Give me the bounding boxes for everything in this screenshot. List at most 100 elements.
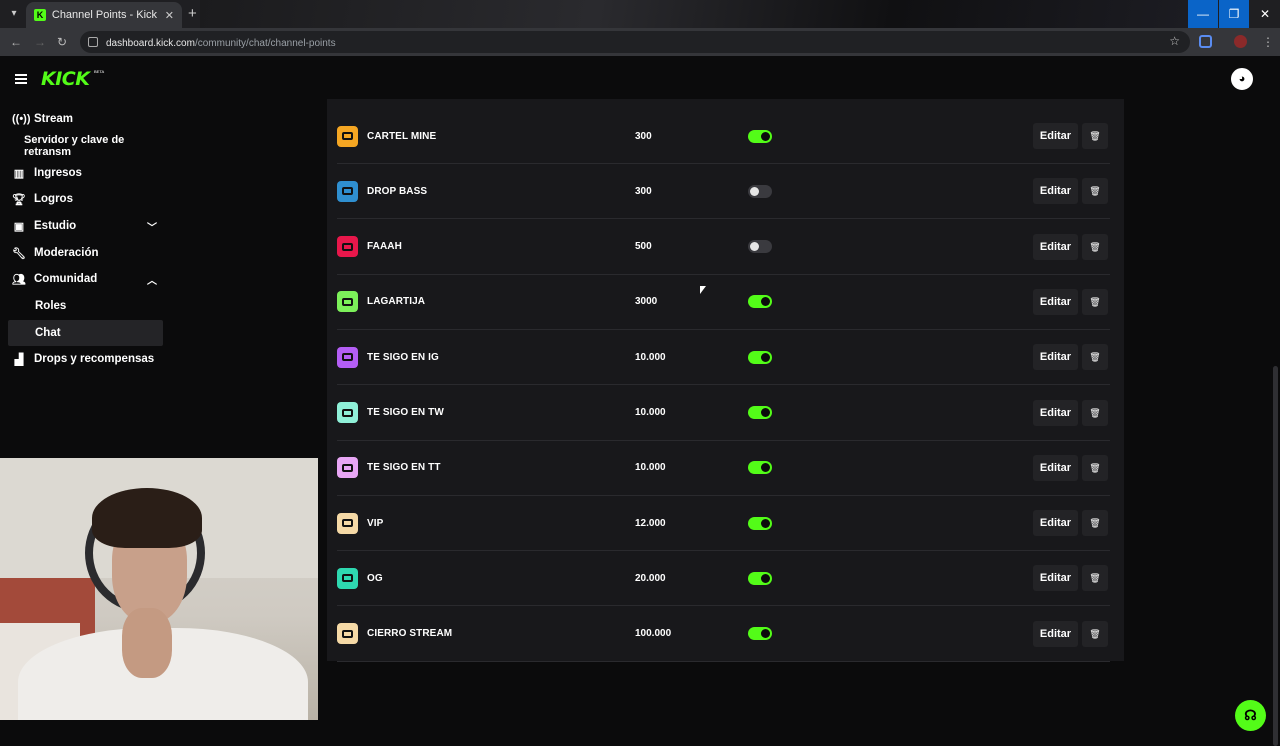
browser-menu-icon[interactable]: ⋮ [1260, 34, 1276, 50]
mouse-cursor [700, 286, 706, 294]
delete-trash-icon[interactable]: 🗑︎ [1082, 178, 1108, 205]
reward-cost: 10.000 [635, 407, 666, 418]
delete-trash-icon[interactable]: 🗑︎ [1082, 123, 1108, 149]
edit-reward-button[interactable]: Editar [1033, 344, 1078, 371]
reload-icon[interactable]: ↻ [54, 34, 70, 50]
sidebar-item-label: Stream [34, 113, 73, 125]
broadcast-icon: ((•)) [12, 113, 31, 125]
reward-ticket-icon [337, 346, 358, 368]
reward-ticket-icon [337, 567, 358, 589]
sidebar-item-ingresos[interactable]: ▥ Ingresos [8, 160, 163, 186]
reward-ticket-icon [337, 236, 358, 258]
edit-reward-button[interactable]: Editar [1033, 565, 1078, 592]
forward-arrow-icon[interactable]: → [32, 34, 48, 50]
tab-bar-background [200, 0, 1190, 28]
webcam-person-hand [122, 608, 172, 678]
reward-name: DROP BASS [367, 185, 428, 197]
back-arrow-icon[interactable]: ← [8, 34, 24, 50]
delete-trash-icon[interactable]: 🗑︎ [1082, 565, 1108, 592]
delete-trash-icon[interactable]: 🗑︎ [1082, 454, 1108, 481]
site-info-icon[interactable] [88, 37, 98, 47]
reward-enabled-toggle[interactable] [748, 350, 772, 364]
reward-name: CIERRO STREAM [367, 628, 453, 640]
new-tab-button[interactable]: + [188, 6, 197, 22]
page-scrollbar[interactable] [1273, 366, 1278, 746]
reward-enabled-toggle[interactable] [748, 461, 772, 475]
webcam-person-hair [92, 488, 202, 548]
reward-ticket-icon [337, 125, 358, 147]
chevron-up-icon: ︿ [147, 275, 157, 287]
url-host: dashboard.kick.com [106, 38, 195, 49]
user-avatar[interactable]: ◕ [1231, 68, 1253, 90]
close-window-button[interactable]: ✕ [1250, 0, 1280, 28]
reward-enabled-toggle[interactable] [748, 571, 772, 585]
delete-trash-icon[interactable]: 🗑︎ [1082, 288, 1108, 315]
wrench-icon: 🔧︎ [12, 247, 26, 260]
reward-name: LAGARTIJA [367, 296, 426, 308]
sidebar-item-roles[interactable]: Roles [8, 293, 163, 319]
edit-reward-button[interactable]: Editar [1033, 123, 1078, 149]
reward-cost: 20.000 [635, 572, 666, 584]
edit-reward-button[interactable]: Editar [1033, 510, 1078, 537]
delete-trash-icon[interactable]: 🗑︎ [1082, 344, 1108, 371]
reward-name: OG [367, 572, 383, 584]
sidebar-item-label: Comunidad [34, 273, 98, 285]
reward-cost: 300 [635, 185, 652, 197]
edit-reward-button[interactable]: Editar [1033, 454, 1078, 481]
reward-cost: 3000 [635, 296, 658, 308]
reward-enabled-toggle[interactable] [748, 129, 772, 143]
sidebar-item-chat[interactable]: Chat [8, 320, 163, 346]
minimize-button[interactable]: — [1188, 0, 1218, 28]
reward-enabled-toggle[interactable] [748, 240, 772, 254]
reward-row: VIP 12.000 Editar 🗑︎ [337, 496, 1110, 552]
sidebar-item-label: Roles [35, 300, 67, 312]
delete-trash-icon[interactable]: 🗑︎ [1082, 233, 1108, 260]
sidebar-item-drops[interactable]: ▟ Drops y recompensas [8, 346, 163, 372]
toggle-knob [761, 131, 770, 141]
reward-cost: 300 [635, 130, 652, 142]
address-bar[interactable]: dashboard.kick.com/community/chat/channe… [80, 31, 1190, 53]
tab-close-icon[interactable]: ✕ [165, 9, 174, 22]
sidebar-item-stream[interactable]: ((•)) Stream [8, 106, 163, 132]
edit-reward-button[interactable]: Editar [1033, 288, 1078, 315]
profile-icon[interactable] [1234, 35, 1247, 48]
reward-row: TE SIGO EN TT 10.000 Editar 🗑︎ [337, 441, 1110, 496]
reward-enabled-toggle[interactable] [748, 184, 772, 198]
toggle-knob [761, 573, 770, 583]
toggle-knob [761, 518, 770, 528]
reward-enabled-toggle[interactable] [748, 627, 772, 641]
hamburger-menu-icon[interactable] [15, 74, 27, 84]
sidebar-item-comunidad[interactable]: 👥︎ Comunidad ︿ [8, 266, 163, 292]
support-headset-button[interactable]: ☊ [1235, 700, 1266, 731]
sidebar-item-server-key[interactable]: Servidor y clave de retransm [8, 133, 163, 159]
sidebar-item-label: Ingresos [34, 167, 82, 179]
maximize-button[interactable]: ❐ [1219, 0, 1249, 28]
beta-badge: BETA [94, 69, 105, 74]
sidebar-item-moderacion[interactable]: 🔧︎ Moderación [8, 240, 163, 266]
extensions-icon[interactable] [1199, 35, 1212, 48]
sidebar-item-logros[interactable]: 🏆︎ Logros [8, 186, 163, 212]
reward-enabled-toggle[interactable] [748, 406, 772, 419]
edit-reward-button[interactable]: Editar [1033, 620, 1078, 647]
edit-reward-button[interactable]: Editar [1033, 399, 1078, 426]
edit-reward-button[interactable]: Editar [1033, 233, 1078, 260]
reward-enabled-toggle[interactable] [748, 516, 772, 530]
sidebar-item-label: Servidor y clave de retransm [24, 134, 125, 158]
reward-ticket-icon [337, 291, 358, 313]
browser-tab-active[interactable]: K Channel Points - Kick Dashboard ✕ [26, 2, 182, 28]
tab-list-chevron-icon[interactable]: ▾ [6, 6, 22, 22]
delete-trash-icon[interactable]: 🗑︎ [1082, 399, 1108, 426]
sidebar-item-label: Moderación [34, 247, 99, 259]
edit-reward-button[interactable]: Editar [1033, 178, 1078, 205]
kick-logo[interactable]: KICK [41, 68, 90, 90]
reward-enabled-toggle[interactable] [748, 295, 772, 309]
toggle-knob [761, 408, 770, 417]
bookmark-star-icon[interactable]: ☆ [1169, 34, 1180, 48]
delete-trash-icon[interactable]: 🗑︎ [1082, 510, 1108, 537]
toggle-knob [750, 186, 759, 196]
delete-trash-icon[interactable]: 🗑︎ [1082, 620, 1108, 647]
sidebar-item-estudio[interactable]: ▣ Estudio ﹀ [8, 213, 163, 239]
reward-ticket-icon [337, 457, 358, 479]
reward-row: OG 20.000 Editar 🗑︎ [337, 551, 1110, 607]
reward-name: TE SIGO EN TT [367, 462, 441, 474]
